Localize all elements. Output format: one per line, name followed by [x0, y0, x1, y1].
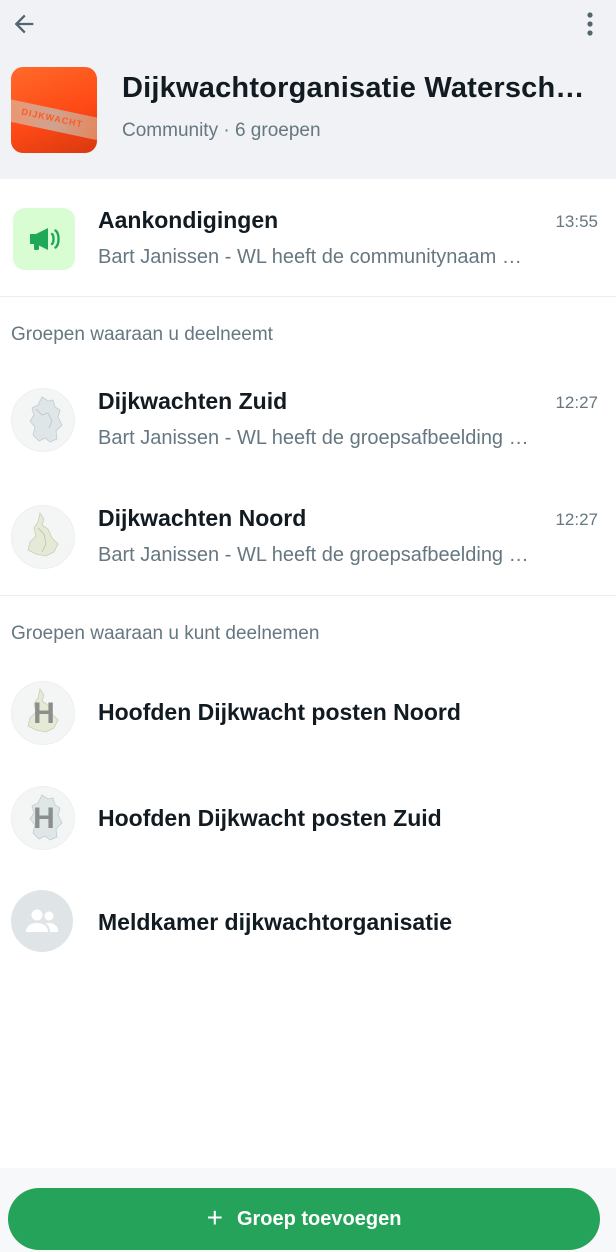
add-group-label: Groep toevoegen — [236, 1207, 402, 1230]
plus-icon: + — [206, 1201, 223, 1233]
announcements-row[interactable]: Aankondigingen 13:55 Bart Janissen - WL … — [0, 179, 616, 296]
more-vertical-icon — [587, 12, 593, 36]
group-preview: Bart Janissen - WL heeft de groepsafbeel… — [98, 544, 529, 566]
arrow-left-icon — [14, 14, 34, 34]
community-header: DIJKWACHT Dijkwachtorganisatie Watersch…… — [0, 0, 616, 179]
community-avatar[interactable]: DIJKWACHT — [11, 67, 97, 153]
announcements-time: 13:55 — [555, 212, 598, 231]
map-icon — [29, 396, 63, 443]
megaphone-icon — [30, 228, 60, 250]
group-preview: Bart Janissen - WL heeft de groepsafbeel… — [98, 427, 529, 449]
group-row-dijkwachten-noord[interactable]: Dijkwachten Noord 12:27 Bart Janissen - … — [0, 485, 616, 597]
announcements-avatar — [13, 208, 75, 270]
divider — [0, 296, 616, 297]
group-row-hoofden-zuid[interactable]: H Hoofden Dijkwacht posten Zuid — [0, 776, 616, 862]
divider — [0, 595, 616, 596]
joinable-groups-label: Groepen waaraan u kunt deelnemen — [11, 623, 320, 644]
group-title: Dijkwachten Zuid — [98, 388, 288, 414]
more-options-button[interactable] — [578, 8, 602, 40]
avatar-letter: H — [33, 802, 55, 835]
group-title: Meldkamer dijkwachtorganisatie — [98, 909, 453, 935]
group-avatar-hoofden-zuid: H — [11, 786, 75, 850]
group-avatar-hoofden-noord: H — [11, 681, 75, 745]
announcements-preview: Bart Janissen - WL heeft de communitynaa… — [98, 246, 522, 268]
map-icon — [27, 511, 59, 557]
group-icon — [26, 909, 58, 932]
group-row-dijkwachten-zuid[interactable]: Dijkwachten Zuid 12:27 Bart Janissen - W… — [0, 368, 616, 480]
community-subtitle: Community · 6 groepen — [122, 120, 321, 141]
back-button[interactable] — [8, 8, 40, 40]
group-avatar-dijkwachten-noord — [11, 505, 75, 569]
announcements-title: Aankondigingen — [98, 207, 279, 233]
group-row-meldkamer[interactable]: Meldkamer dijkwachtorganisatie — [0, 880, 616, 966]
community-title[interactable]: Dijkwachtorganisatie Watersch… — [122, 72, 602, 105]
group-row-hoofden-noord[interactable]: H Hoofden Dijkwacht posten Noord — [0, 670, 616, 756]
group-avatar-meldkamer — [11, 890, 73, 952]
joined-groups-label: Groepen waaraan u deelneemt — [11, 324, 273, 345]
avatar-letter: H — [33, 697, 55, 730]
group-avatar-dijkwachten-zuid — [11, 388, 75, 452]
group-time: 12:27 — [555, 393, 598, 412]
group-title: Hoofden Dijkwacht posten Noord — [98, 699, 461, 725]
group-title: Dijkwachten Noord — [98, 505, 307, 531]
group-time: 12:27 — [555, 510, 598, 529]
group-title: Hoofden Dijkwacht posten Zuid — [98, 805, 442, 831]
add-group-button[interactable]: + Groep toevoegen — [8, 1188, 600, 1250]
